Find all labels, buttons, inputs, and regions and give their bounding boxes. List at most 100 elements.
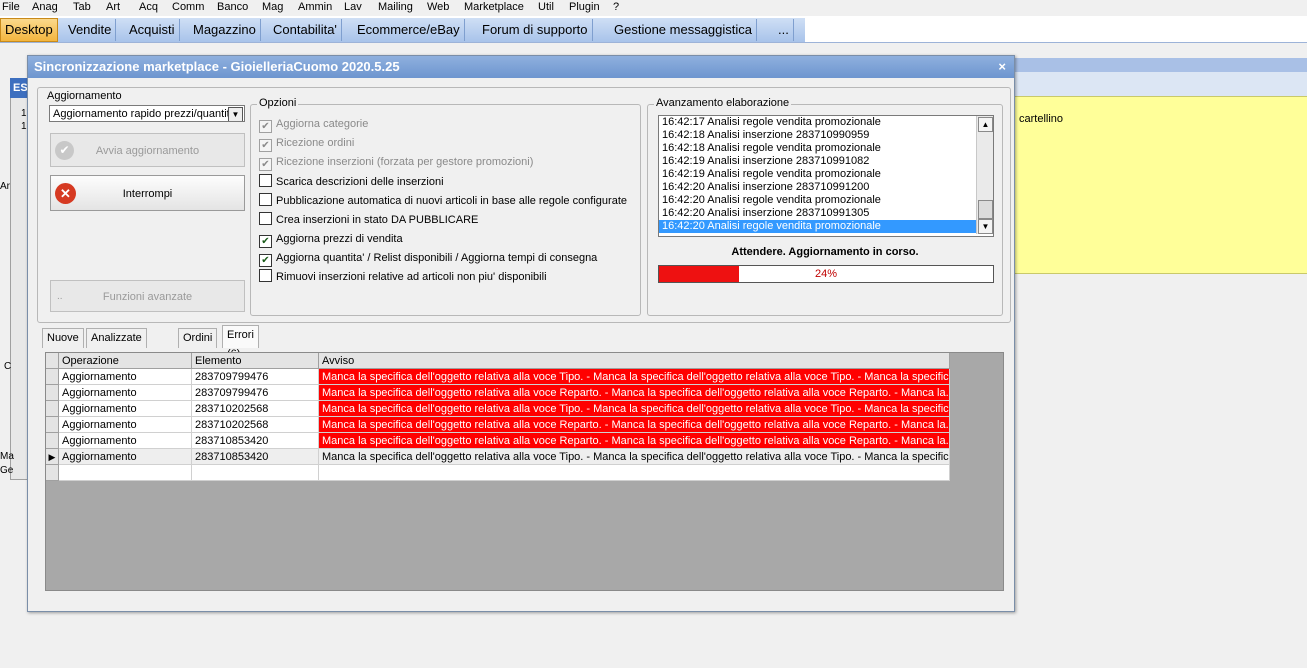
menu-plugin[interactable]: Plugin xyxy=(569,1,600,13)
table-row[interactable]: Aggiornamento 283710202568 Manca la specif… xyxy=(46,417,950,433)
log-line[interactable]: 16:42:17 Analisi regole vendita promozio… xyxy=(659,116,993,129)
funzioni-avanzate-button[interactable]: .. Funzioni avanzate xyxy=(50,280,245,312)
option-checkbox[interactable]: Scarica descrizioni delle inserzioni xyxy=(259,174,444,190)
menu-mag[interactable]: Mag xyxy=(262,1,283,13)
menu-web[interactable]: Web xyxy=(427,1,449,13)
row-indicator[interactable] xyxy=(46,369,59,385)
menu-mailing[interactable]: Mailing xyxy=(378,1,413,13)
menu-tab[interactable]: Tab xyxy=(73,1,91,13)
table-row[interactable]: Aggiornamento 283709799476 Manca la specif… xyxy=(46,385,950,401)
option-checkbox[interactable]: Pubblicazione automatica di nuovi artico… xyxy=(259,193,627,209)
current-row-icon[interactable]: ▶ xyxy=(46,449,59,465)
menu-lav[interactable]: Lav xyxy=(344,1,362,13)
log-line[interactable]: 16:42:20 Analisi inserzione 283710991200 xyxy=(659,181,993,194)
menu-ammin[interactable]: Ammin xyxy=(298,1,332,13)
cell-avviso: Manca la specifica dell'oggetto relativa… xyxy=(319,401,950,417)
aggiornamento-group-label: Aggiornamento xyxy=(45,90,124,102)
log-scrollbar[interactable]: ▲ ▼ xyxy=(976,116,993,234)
tab-errori[interactable]: Errori (6) xyxy=(222,325,259,360)
menu-bar: File Anag Tab Art Acq Comm Banco Mag Amm… xyxy=(0,0,1307,15)
cell-elemento: 283709799476 xyxy=(192,369,319,385)
scroll-down-icon[interactable]: ▼ xyxy=(978,219,993,234)
tab-vendite[interactable]: Vendite xyxy=(64,19,117,41)
menu-file[interactable]: File xyxy=(2,1,20,13)
tab-forum[interactable]: Forum di supporto xyxy=(478,19,593,41)
tab-ordini[interactable]: Ordini xyxy=(178,328,218,348)
option-label: Crea inserzioni in stato DA PUBBLICARE xyxy=(276,214,479,226)
log-line[interactable]: 16:42:20 Analisi regole vendita promozio… xyxy=(659,194,993,207)
row-indicator[interactable] xyxy=(46,385,59,401)
scroll-thumb[interactable] xyxy=(978,200,993,219)
menu-util[interactable]: Util xyxy=(538,1,554,13)
dialog-titlebar[interactable]: Sincronizzazione marketplace - Gioieller… xyxy=(28,56,1014,78)
row-indicator[interactable] xyxy=(46,465,59,481)
cell-operazione: Aggiornamento xyxy=(59,369,192,385)
tab-more[interactable]: ... xyxy=(774,19,794,41)
column-header-avviso[interactable]: Avviso xyxy=(319,353,950,369)
table-row[interactable]: Aggiornamento 283710202568 Manca la specif… xyxy=(46,401,950,417)
log-line[interactable]: 16:42:19 Analisi inserzione 283710991082 xyxy=(659,155,993,168)
menu-anag[interactable]: Anag xyxy=(32,1,58,13)
menu-marketplace[interactable]: Marketplace xyxy=(464,1,524,13)
column-header-elemento[interactable]: Elemento xyxy=(192,353,319,369)
checkbox-checked-icon[interactable]: ✔ xyxy=(259,235,272,248)
cell-avviso: Manca la specifica dell'oggetto relativa… xyxy=(319,449,950,465)
option-label: Aggiorna prezzi di vendita xyxy=(276,233,403,245)
checkbox-empty-icon[interactable] xyxy=(259,174,272,187)
background-side-text: Ma xyxy=(0,451,14,462)
table-row[interactable]: Aggiornamento 283710853420 Manca la specif… xyxy=(46,433,950,449)
menu-acq[interactable]: Acq xyxy=(139,1,158,13)
log-line[interactable]: 16:42:18 Analisi inserzione 283710990959 xyxy=(659,129,993,142)
tab-contabilita[interactable]: Contabilita' xyxy=(269,19,342,41)
log-line[interactable]: 16:42:18 Analisi regole vendita promozio… xyxy=(659,142,993,155)
tab-messaggistica[interactable]: Gestione messaggistica xyxy=(610,19,758,41)
avvia-aggiornamento-button[interactable]: ✔ Avvia aggiornamento xyxy=(50,133,245,167)
tab-analizzate[interactable]: Analizzate (198) xyxy=(86,328,147,363)
option-label: Aggiorna quantita' / Relist disponibili … xyxy=(276,252,598,264)
cell-operazione: Aggiornamento xyxy=(59,385,192,401)
log-line[interactable]: 16:42:20 Analisi regole vendita promozio… xyxy=(659,220,993,233)
progress-log-list[interactable]: 16:42:17 Analisi regole vendita promozio… xyxy=(658,115,994,237)
checkbox-checked-icon[interactable]: ✔ xyxy=(259,139,272,152)
cell-elemento: 283710853420 xyxy=(192,433,319,449)
menu-banco[interactable]: Banco xyxy=(217,1,248,13)
row-indicator[interactable] xyxy=(46,417,59,433)
progress-bar: 24% xyxy=(658,265,994,283)
avvia-aggiornamento-label: Avvia aggiornamento xyxy=(95,145,200,157)
scroll-up-icon[interactable]: ▲ xyxy=(978,117,993,132)
table-row[interactable]: ▶ Aggiornamento 283710853420 Manca la speci… xyxy=(46,449,950,465)
option-checkbox[interactable]: ✔ Aggiorna quantita' / Relist disponibili… xyxy=(259,250,598,267)
tab-ecommerce[interactable]: Ecommerce/eBay xyxy=(353,19,465,41)
checkbox-empty-icon[interactable] xyxy=(259,212,272,225)
option-checkbox[interactable]: ✔ Aggiorna prezzi di vendita xyxy=(259,231,403,248)
cell-operazione: Aggiornamento xyxy=(59,401,192,417)
background-side-text: Ge xyxy=(0,465,14,476)
tab-acquisti[interactable]: Acquisti xyxy=(125,19,180,41)
cell-elemento: 283710853420 xyxy=(192,449,319,465)
column-header-operazione[interactable]: Operazione xyxy=(59,353,192,369)
update-mode-select[interactable]: Aggiornamento rapido prezzi/quantità ▼ xyxy=(49,105,245,122)
tab-desktop[interactable]: Desktop xyxy=(0,18,58,42)
tab-magazzino[interactable]: Magazzino xyxy=(189,19,261,41)
close-icon[interactable]: × xyxy=(998,56,1006,78)
option-checkbox[interactable]: Rimuovi inserzioni relative ad articoli … xyxy=(259,269,547,285)
table-row[interactable]: Aggiornamento 283709799476 Manca la specif… xyxy=(46,369,950,385)
tab-nuove[interactable]: Nuove xyxy=(42,328,84,348)
chevron-down-icon[interactable]: ▼ xyxy=(228,107,243,121)
log-line[interactable]: 16:42:19 Analisi regole vendita promozio… xyxy=(659,168,993,181)
checkbox-empty-icon[interactable] xyxy=(259,269,272,282)
cell-operazione: Aggiornamento xyxy=(59,433,192,449)
table-row-empty[interactable] xyxy=(46,465,950,481)
interrompi-button[interactable]: ✕ Interrompi xyxy=(50,175,245,211)
checkbox-empty-icon[interactable] xyxy=(259,193,272,206)
checkbox-checked-icon[interactable]: ✔ xyxy=(259,120,272,133)
menu-comm[interactable]: Comm xyxy=(172,1,204,13)
menu-art[interactable]: Art xyxy=(106,1,120,13)
row-indicator[interactable] xyxy=(46,401,59,417)
option-checkbox[interactable]: Crea inserzioni in stato DA PUBBLICARE xyxy=(259,212,478,228)
row-indicator[interactable] xyxy=(46,433,59,449)
log-line[interactable]: 16:42:20 Analisi inserzione 283710991305 xyxy=(659,207,993,220)
checkbox-checked-icon[interactable]: ✔ xyxy=(259,254,272,267)
checkbox-checked-icon[interactable]: ✔ xyxy=(259,158,272,171)
menu-help[interactable]: ? xyxy=(613,1,619,13)
